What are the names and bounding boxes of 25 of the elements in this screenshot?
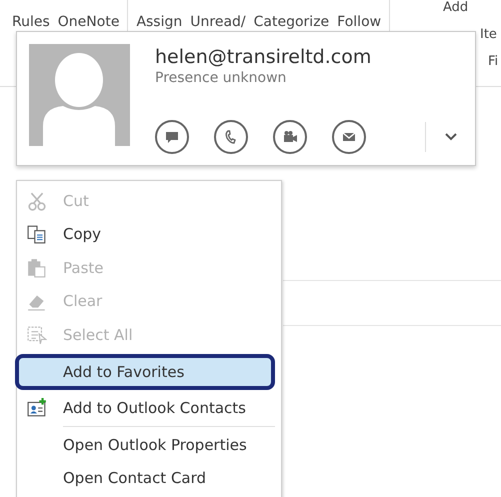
phone-icon[interactable] bbox=[214, 120, 248, 154]
ribbon-button[interactable]: Assign bbox=[136, 14, 182, 30]
ribbon-button[interactable]: Follow bbox=[337, 14, 382, 30]
ribbon-button[interactable]: Fi bbox=[488, 54, 501, 69]
menu-item[interactable]: Copy bbox=[17, 218, 277, 251]
ribbon-button[interactable]: Add bbox=[443, 0, 501, 15]
ribbon-button[interactable]: OneNote bbox=[58, 14, 120, 30]
ribbon-button[interactable]: Ite bbox=[480, 27, 501, 42]
cut-icon bbox=[27, 190, 47, 211]
menu-item[interactable]: Add to Favorites bbox=[15, 354, 275, 390]
copy-icon bbox=[27, 224, 47, 244]
chat-icon[interactable] bbox=[155, 120, 189, 154]
mail-icon[interactable] bbox=[332, 120, 366, 154]
ribbon-button[interactable]: Categorize bbox=[254, 14, 330, 30]
paste-icon bbox=[27, 258, 47, 278]
menu-item[interactable]: Add to Outlook Contacts bbox=[17, 392, 277, 425]
ribbon-button[interactable]: Rules bbox=[12, 14, 50, 30]
video-camera-icon[interactable] bbox=[273, 120, 307, 154]
presence-status: Presence unknown bbox=[155, 70, 288, 86]
ribbon-button[interactable]: Unread/ bbox=[190, 14, 246, 30]
add-contact-icon bbox=[27, 398, 47, 418]
menu-item[interactable]: Open Outlook Properties bbox=[17, 428, 277, 462]
select-all-icon bbox=[27, 324, 47, 345]
contact-email: helen@transireltd.com bbox=[155, 46, 372, 68]
menu-item[interactable]: Open Contact Card bbox=[17, 462, 277, 495]
